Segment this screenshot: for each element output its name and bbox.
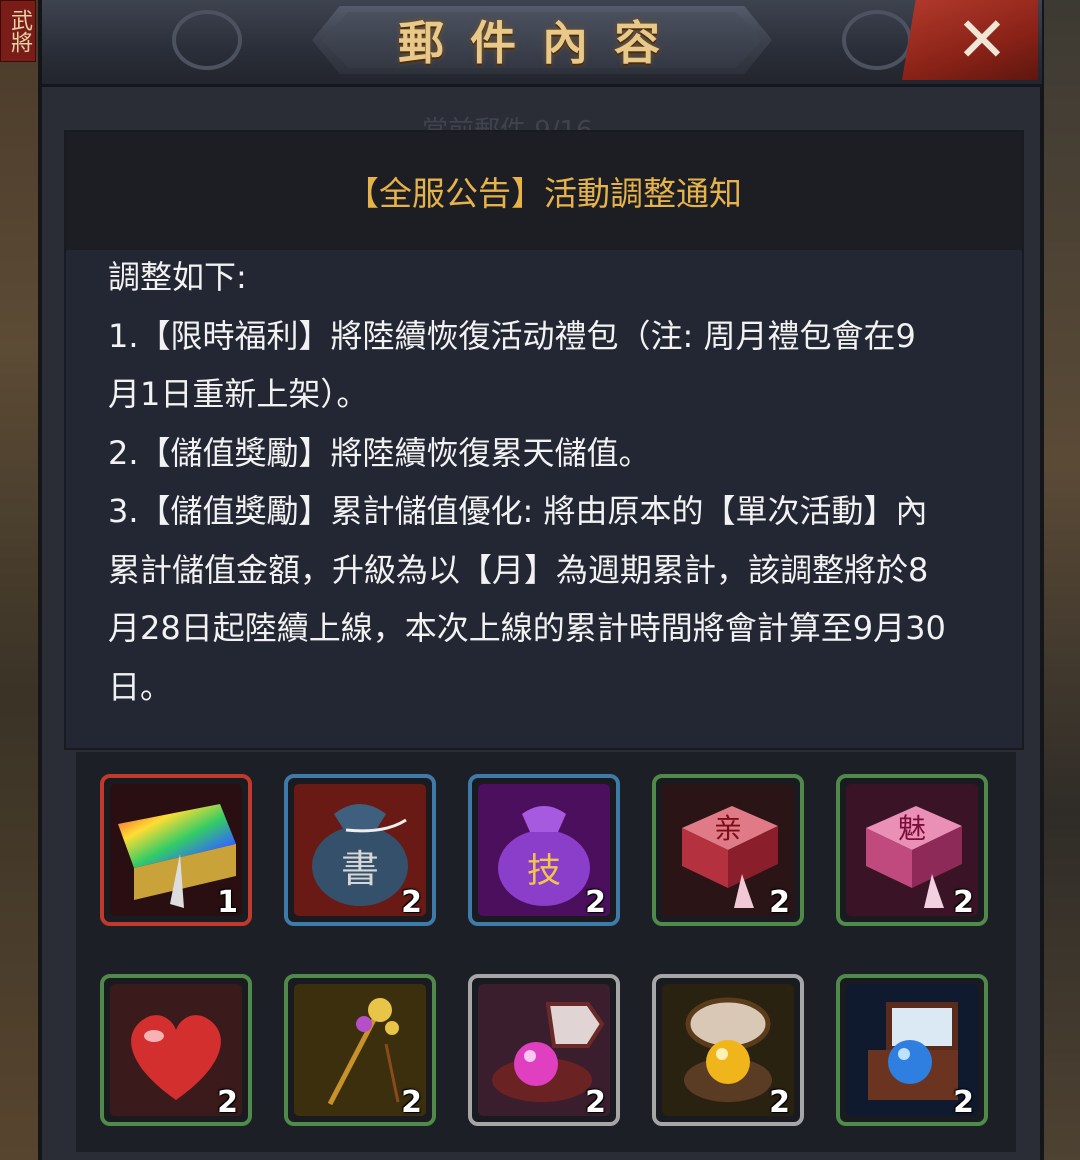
window-title: 郵件內容 xyxy=(398,16,686,70)
ornament-left-icon xyxy=(172,10,242,70)
subject-bar: 【全服公告】活動調整通知 xyxy=(66,132,1022,250)
mail-panel: 郵件內容 ✕ 當前郵件 9/16 【全服公告】活動調整通知 調整如下: 1.【限… xyxy=(38,0,1044,1160)
item-count: 2 xyxy=(401,1085,422,1120)
reward-item[interactable]: 魅 2 xyxy=(836,774,988,926)
mail-line: 1.【限時福利】將陸續恢復活动禮包（注: 周月禮包會在9 xyxy=(108,316,916,355)
ornament-right-icon xyxy=(842,10,912,70)
mail-line: 日。 xyxy=(108,667,173,706)
reward-item[interactable]: 亲 2 xyxy=(652,774,804,926)
item-count: 2 xyxy=(769,1085,790,1120)
item-count: 2 xyxy=(953,885,974,920)
background-left xyxy=(0,0,40,1160)
item-count: 2 xyxy=(585,1085,606,1120)
reward-item[interactable]: 1 xyxy=(100,774,252,926)
mail-subject: 【全服公告】活動調整通知 xyxy=(346,174,742,213)
pouch-glyph: 技 xyxy=(527,851,561,891)
mail-line: 月28日起陸續上線，本次上線的累計時間將會計算至9月30 xyxy=(108,609,946,647)
mail-line: 2.【儲值獎勵】將陸續恢復累天儲值。 xyxy=(108,433,651,472)
item-count: 2 xyxy=(953,1085,974,1120)
close-icon[interactable]: ✕ xyxy=(956,9,1008,71)
item-count: 2 xyxy=(401,885,422,920)
mail-line: 累計儲值金額，升級為以【月】為週期累計，該調整將於8 xyxy=(108,550,929,589)
close-button[interactable]: ✕ xyxy=(902,0,1038,80)
reward-item[interactable]: 書 2 xyxy=(284,774,436,926)
title-plaque: 郵件內容 xyxy=(312,6,772,74)
item-count: 1 xyxy=(217,885,238,920)
pouch-glyph: 書 xyxy=(341,847,379,891)
side-tab[interactable]: 武將 xyxy=(0,0,36,62)
reward-item[interactable]: 2 xyxy=(284,974,436,1126)
reward-grid: 1 書 2 技 2 亲 2 魅 2 2 2 2 2 2 xyxy=(76,752,1016,1152)
reward-item[interactable]: 2 xyxy=(100,974,252,1126)
mail-line: 3.【儲值獎勵】累計儲值優化: 將由原本的【單次活動】內 xyxy=(108,492,928,530)
reward-item[interactable]: 2 xyxy=(836,974,988,1126)
mail-line: 調整如下: xyxy=(108,258,247,296)
item-count: 2 xyxy=(217,1085,238,1120)
reward-item[interactable]: 技 2 xyxy=(468,774,620,926)
item-count: 2 xyxy=(769,885,790,920)
mail-line: 月1日重新上架）。 xyxy=(108,375,369,413)
mail-body: 調整如下: 1.【限時福利】將陸續恢復活动禮包（注: 周月禮包會在9 月1日重新… xyxy=(108,248,998,716)
background-right xyxy=(1044,0,1080,1160)
box-glyph: 魅 xyxy=(898,812,926,845)
mail-content[interactable]: 【全服公告】活動調整通知 調整如下: 1.【限時福利】將陸續恢復活动禮包（注: … xyxy=(64,130,1024,750)
box-glyph: 亲 xyxy=(714,812,742,845)
item-count: 2 xyxy=(585,885,606,920)
reward-item[interactable]: 2 xyxy=(652,974,804,1126)
title-bar: 郵件內容 ✕ xyxy=(42,0,1042,87)
reward-item[interactable]: 2 xyxy=(468,974,620,1126)
